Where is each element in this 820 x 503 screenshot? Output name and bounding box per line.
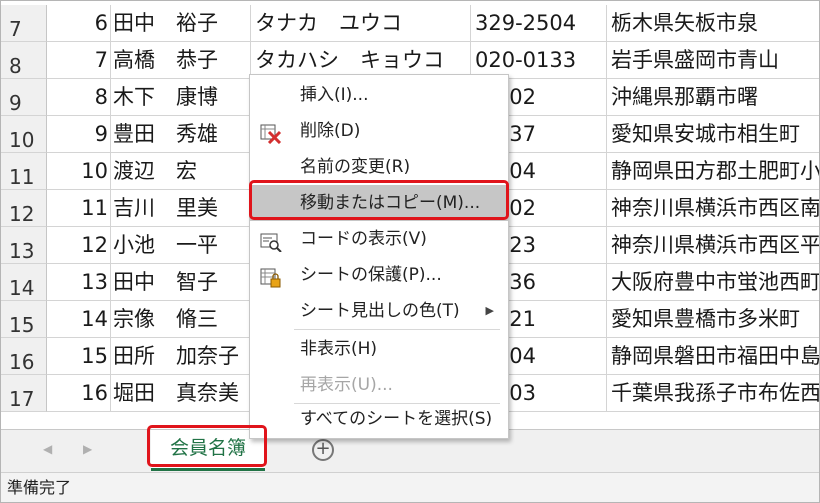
menu-item-unhide: 再表示(U)...: [250, 367, 508, 403]
cell-address[interactable]: 静岡県磐田市福田中島: [607, 338, 819, 375]
cell-address[interactable]: 静岡県田方郡土肥町小: [607, 153, 819, 190]
cell-member-no[interactable]: 9: [47, 116, 111, 153]
menu-item-label: 削除(D): [300, 121, 361, 141]
menu-item-select-all-sheets[interactable]: すべてのシートを選択(S): [250, 401, 508, 437]
cell-name[interactable]: 小池 一平: [111, 227, 251, 264]
menu-item-label: シートの保護(P)...: [300, 265, 442, 285]
row-header[interactable]: 10: [1, 116, 47, 153]
cell-address[interactable]: 千葉県我孫子市布佐西: [607, 375, 819, 412]
menu-item-label: 非表示(H): [300, 339, 378, 359]
cell-address[interactable]: 愛知県豊橋市多米町: [607, 301, 819, 338]
cell-member-no[interactable]: 13: [47, 264, 111, 301]
sheet-context-menu: 挿入(I)... 削除(D) 名前の変更(R) 移動またはコピー(M)... コ…: [249, 74, 509, 439]
row-header[interactable]: 8: [1, 42, 47, 79]
cell-name[interactable]: 堀田 真奈美: [111, 375, 251, 412]
cell-kana[interactable]: タナカ ユウコ: [251, 5, 471, 42]
cell-name[interactable]: 吉川 里美: [111, 190, 251, 227]
cell-name[interactable]: 木下 康博: [111, 79, 251, 116]
cell-member-no[interactable]: 7: [47, 42, 111, 79]
menu-item-label: 挿入(I)...: [300, 85, 369, 105]
cell-address[interactable]: 神奈川県横浜市西区平: [607, 227, 819, 264]
cell-member-no[interactable]: 11: [47, 190, 111, 227]
cell-name[interactable]: 宗像 脩三: [111, 301, 251, 338]
menu-item-label: すべてのシートを選択(S): [300, 409, 493, 429]
excel-window: 7 6 田中 裕子 タナカ ユウコ 329-2504 栃木県矢板市泉 8 7 高橋 恭子 タカハシ…: [0, 0, 820, 503]
cell-name[interactable]: 田中 裕子: [111, 5, 251, 42]
row-header[interactable]: 12: [1, 190, 47, 227]
menu-separator: [294, 329, 500, 330]
cell-member-no[interactable]: 15: [47, 338, 111, 375]
cell-address[interactable]: 栃木県矢板市泉: [607, 5, 819, 42]
menu-item-label: 再表示(U)...: [300, 375, 393, 395]
cell-name[interactable]: 豊田 秀雄: [111, 116, 251, 153]
add-sheet-icon[interactable]: +: [312, 439, 334, 461]
cell-name[interactable]: 渡辺 宏: [111, 153, 251, 190]
highlight-box-move-copy: [249, 180, 509, 220]
cell-member-no[interactable]: 8: [47, 79, 111, 116]
menu-item-insert[interactable]: 挿入(I)...: [250, 77, 508, 113]
cell-address[interactable]: 岩手県盛岡市青山: [607, 42, 819, 79]
cell-member-no[interactable]: 10: [47, 153, 111, 190]
status-text: 準備完了: [7, 478, 72, 497]
cell-name[interactable]: 田所 加奈子: [111, 338, 251, 375]
cell-member-no[interactable]: 12: [47, 227, 111, 264]
row-header[interactable]: 9: [1, 79, 47, 116]
row-header[interactable]: 15: [1, 301, 47, 338]
menu-item-tab-color[interactable]: シート見出しの色(T) ▶: [250, 293, 508, 329]
menu-item-hide[interactable]: 非表示(H): [250, 331, 508, 367]
cell-member-no[interactable]: 14: [47, 301, 111, 338]
submenu-arrow-icon: ▶: [485, 304, 494, 317]
menu-item-delete[interactable]: 削除(D): [250, 113, 508, 149]
cell-member-no[interactable]: 6: [47, 5, 111, 42]
row-header[interactable]: 16: [1, 338, 47, 375]
row-header[interactable]: 14: [1, 264, 47, 301]
row-header[interactable]: 17: [1, 375, 47, 412]
row-header[interactable]: 11: [1, 153, 47, 190]
highlight-box-sheet-tab: [147, 425, 267, 467]
table-row: 7 6 田中 裕子 タナカ ユウコ 329-2504 栃木県矢板市泉: [1, 5, 819, 42]
status-bar: 準備完了: [1, 472, 819, 502]
row-header[interactable]: 7: [1, 5, 47, 42]
menu-item-view-code[interactable]: コードの表示(V): [250, 221, 508, 257]
cell-name[interactable]: 田中 智子: [111, 264, 251, 301]
cell-address[interactable]: 神奈川県横浜市西区南: [607, 190, 819, 227]
view-code-icon: [260, 229, 282, 253]
scroll-left-icon[interactable]: ◀: [43, 442, 52, 456]
protect-sheet-icon: [260, 265, 281, 288]
delete-sheet-icon: [260, 121, 282, 145]
cell-zip[interactable]: 329-2504: [471, 5, 607, 42]
menu-item-label: シート見出しの色(T): [300, 301, 460, 321]
menu-item-label: コードの表示(V): [300, 229, 427, 249]
menu-item-protect-sheet[interactable]: シートの保護(P)...: [250, 257, 508, 293]
cell-name[interactable]: 高橋 恭子: [111, 42, 251, 79]
cell-address[interactable]: 愛知県安城市相生町: [607, 116, 819, 153]
cell-member-no[interactable]: 16: [47, 375, 111, 412]
cell-address[interactable]: 大阪府豊中市蛍池西町: [607, 264, 819, 301]
row-header[interactable]: 13: [1, 227, 47, 264]
cell-address[interactable]: 沖縄県那覇市曙: [607, 79, 819, 116]
scroll-right-icon[interactable]: ▶: [83, 442, 92, 456]
